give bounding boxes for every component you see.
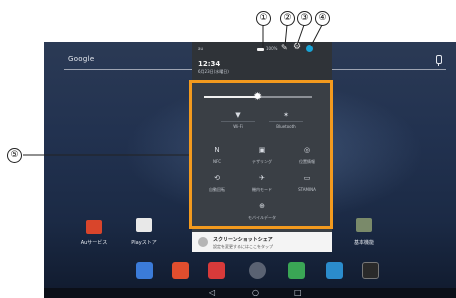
callout-5: ⑤: [7, 148, 22, 163]
callout-2: ②: [280, 11, 295, 26]
callout-lines: [23, 24, 323, 156]
callout-3: ③: [297, 11, 312, 26]
callout-1: ①: [256, 11, 271, 26]
callout-4: ④: [315, 11, 330, 26]
